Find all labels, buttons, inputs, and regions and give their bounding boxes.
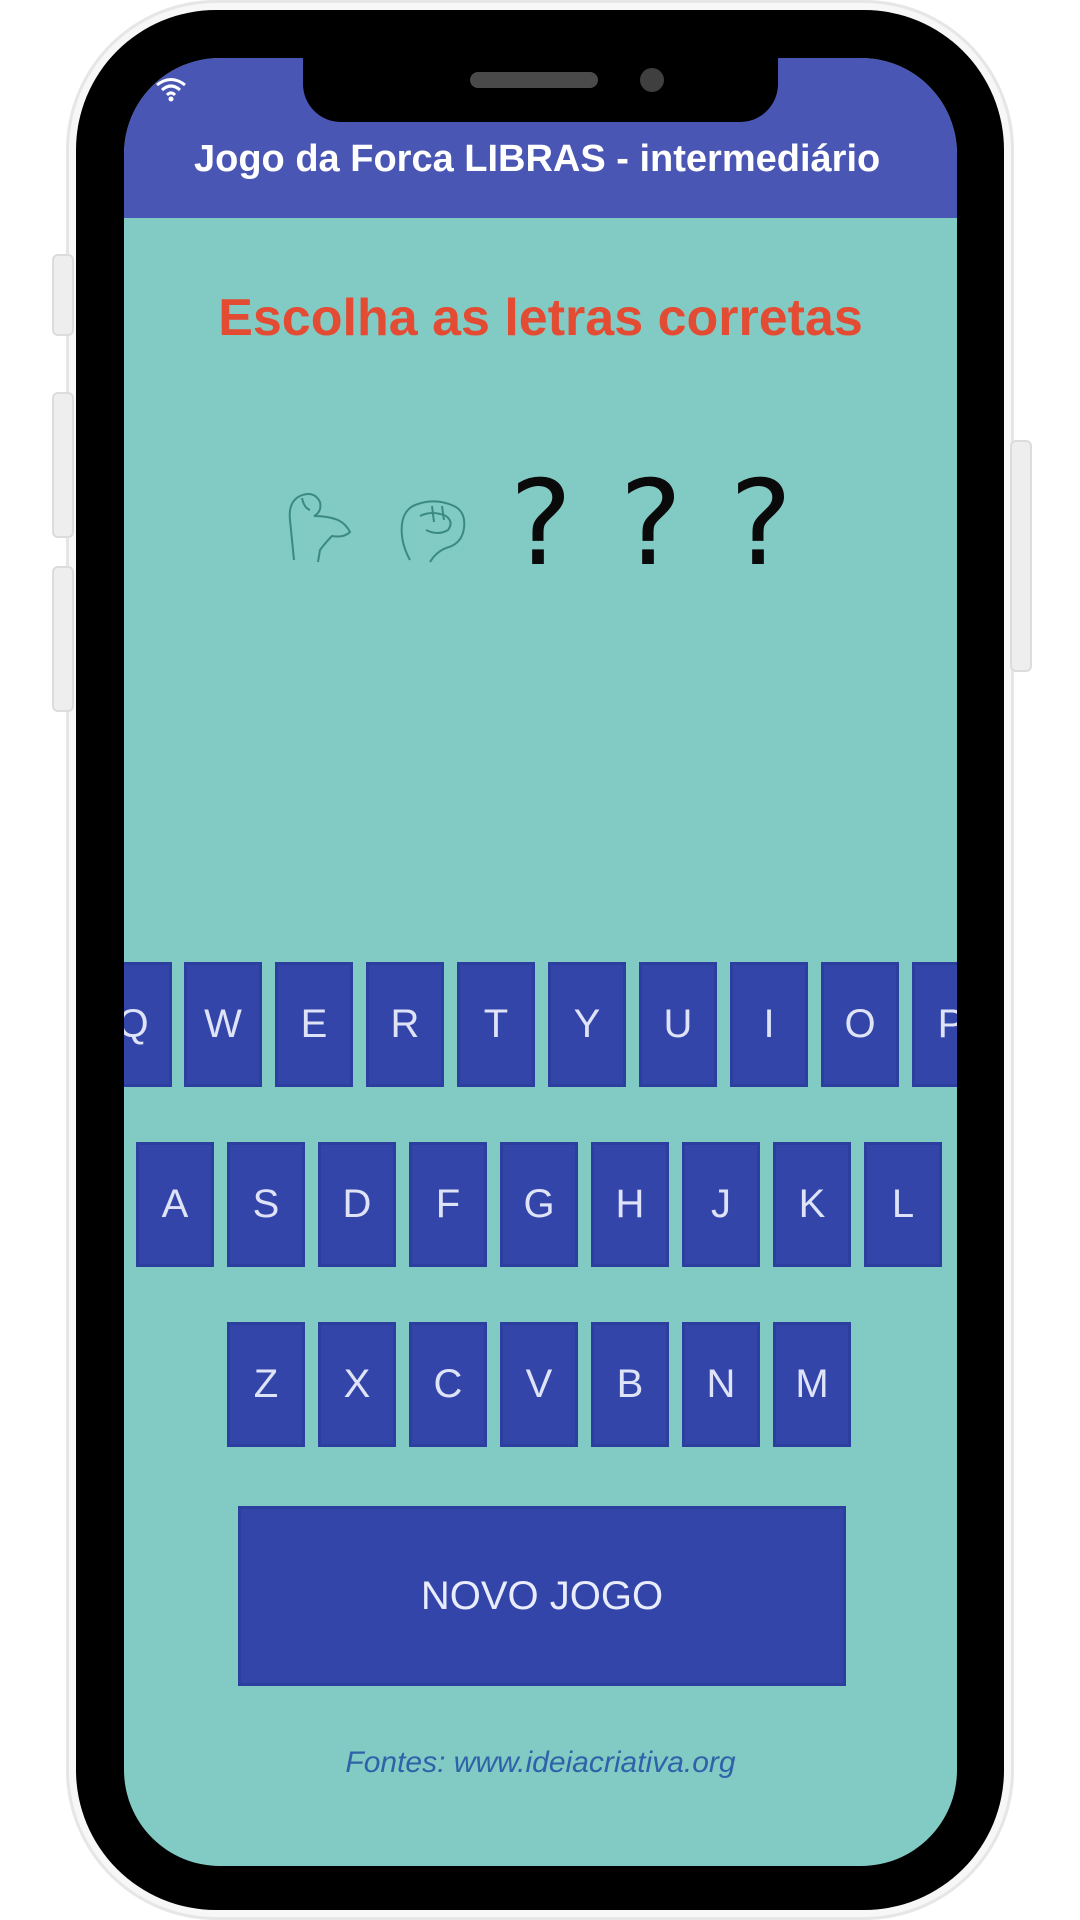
key-l[interactable]: L [864,1142,942,1267]
key-m[interactable]: M [773,1322,851,1447]
phone-side-button [52,392,74,538]
credits-text: Fontes: www.ideiacriativa.org [345,1746,736,1779]
key-u[interactable]: U [639,962,717,1087]
key-a[interactable]: A [136,1142,214,1267]
key-o[interactable]: O [821,962,899,1087]
word-display: ? ? ? [124,458,957,588]
key-g[interactable]: G [500,1142,578,1267]
key-n[interactable]: N [682,1322,760,1447]
wifi-icon [156,78,186,102]
key-f[interactable]: F [409,1142,487,1267]
key-h[interactable]: H [591,1142,669,1267]
app-title: Jogo da Forca LIBRAS - intermediário [194,138,881,180]
hand-sign-icon [288,493,352,563]
phone-side-button [52,254,74,336]
key-k[interactable]: K [773,1142,851,1267]
phone-notch [303,58,778,122]
key-q[interactable]: Q [124,962,172,1087]
key-r[interactable]: R [366,962,444,1087]
speaker-grille [470,72,598,88]
app-screen: Jogo da Forca LIBRAS - intermediário Esc… [124,58,957,1866]
key-s[interactable]: S [227,1142,305,1267]
key-d[interactable]: D [318,1142,396,1267]
key-p[interactable]: P [912,962,957,1087]
key-w[interactable]: W [184,962,262,1087]
new-game-button[interactable]: NOVO JOGO [238,1506,846,1686]
key-j[interactable]: J [682,1142,760,1267]
key-z[interactable]: Z [227,1322,305,1447]
instruction-text: Escolha as letras corretas [218,289,863,347]
key-v[interactable]: V [500,1322,578,1447]
key-i[interactable]: I [730,962,808,1087]
phone-side-button [1010,440,1032,672]
hidden-letter-slot: ? [619,454,683,592]
hidden-letter-slot: ? [729,454,793,592]
phone-side-button [52,566,74,712]
key-c[interactable]: C [409,1322,487,1447]
key-y[interactable]: Y [548,962,626,1087]
hand-sign-icon [400,500,466,563]
key-t[interactable]: T [457,962,535,1087]
hidden-letter-slot: ? [509,454,573,592]
key-b[interactable]: B [591,1322,669,1447]
front-camera [640,68,664,92]
key-x[interactable]: X [318,1322,396,1447]
key-e[interactable]: E [275,962,353,1087]
